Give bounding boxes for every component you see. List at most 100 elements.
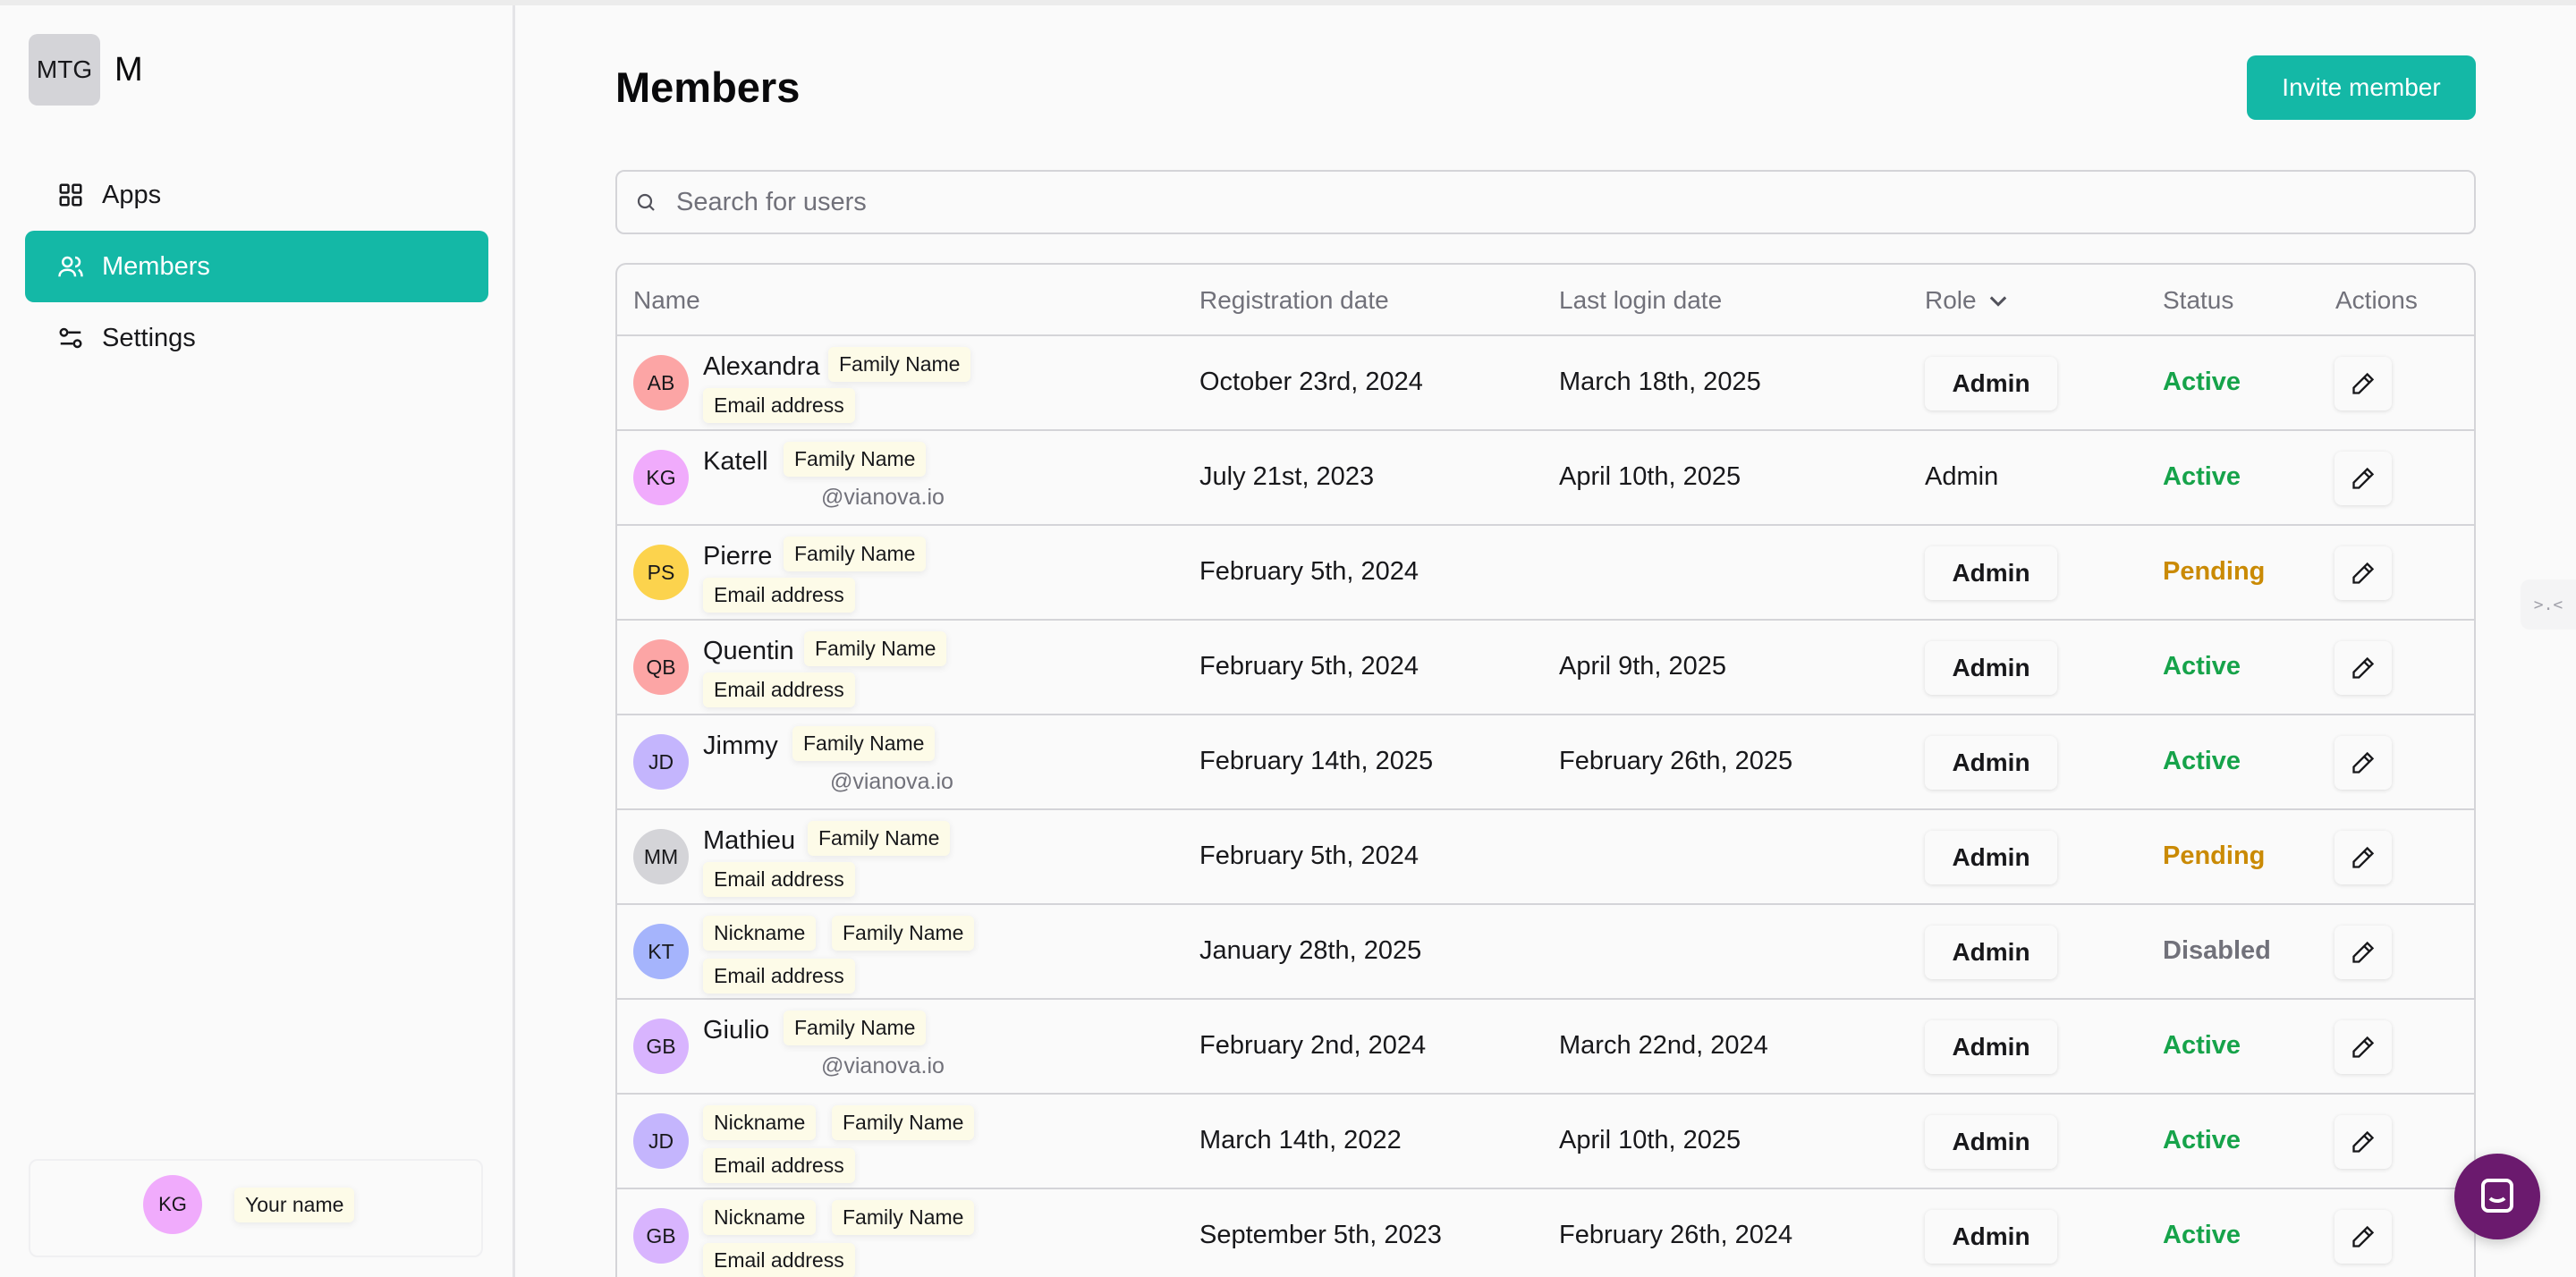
pencil-icon: [2352, 1225, 2375, 1247]
column-header-role[interactable]: Role: [1925, 286, 2011, 315]
role-select-button[interactable]: Admin: [1925, 357, 2057, 410]
table-row[interactable]: GB Giulio Family Name @vianova.io February 2…: [617, 1000, 2474, 1095]
status-badge: Active: [2163, 368, 2241, 396]
member-name-cell: Nickname Family Name Email address: [703, 905, 1240, 1000]
table-row[interactable]: KG Katell Family Name @vianova.io July 21st,…: [617, 431, 2474, 526]
status-badge: Active: [2163, 1126, 2241, 1154]
status-badge: Active: [2163, 1031, 2241, 1060]
role-select-button[interactable]: Admin: [1925, 926, 2057, 979]
table-row[interactable]: JD Jimmy Family Name @vianova.io February 14…: [617, 715, 2474, 810]
role-select-button[interactable]: Admin: [1925, 1210, 2057, 1264]
status-badge: Active: [2163, 652, 2241, 681]
member-name-cell: Mathieu Family Name Email address: [703, 810, 1240, 905]
table-row[interactable]: AB Alexandra Family Name Email address Octob…: [617, 336, 2474, 431]
grid-icon: [59, 183, 82, 207]
edit-member-button[interactable]: [2334, 546, 2392, 600]
email-chip: Email address: [703, 578, 855, 613]
registration-date: October 23rd, 2024: [1199, 368, 1423, 396]
edit-member-button[interactable]: [2334, 926, 2392, 979]
edit-member-button[interactable]: [2334, 831, 2392, 884]
avatar: MM: [633, 829, 689, 884]
column-header-status: Status: [2163, 286, 2234, 314]
family-name-chip: Family Name: [832, 1105, 975, 1140]
family-name-chip: Family Name: [784, 442, 927, 477]
registration-date: February 14th, 2025: [1199, 747, 1434, 775]
table-row[interactable]: JD Nickname Family Name Email address March …: [617, 1095, 2474, 1189]
role-text: Admin: [1925, 462, 1999, 491]
member-first-name: Alexandra: [703, 352, 820, 381]
sidebar-nav: Apps Members Settings: [25, 159, 488, 374]
status-badge: Pending: [2163, 557, 2266, 586]
edit-member-button[interactable]: [2334, 357, 2392, 410]
registration-date: September 5th, 2023: [1199, 1221, 1442, 1249]
last-login-date: March 18th, 2025: [1559, 368, 1761, 396]
role-select-button[interactable]: Admin: [1925, 641, 2057, 695]
table-header: Name Registration date Last login date R…: [617, 265, 2474, 336]
column-header-actions: Actions: [2335, 286, 2418, 314]
side-tab-glyph: >.<: [2533, 595, 2563, 614]
family-name-chip: Family Name: [832, 1200, 975, 1235]
registration-date: July 21st, 2023: [1199, 462, 1375, 491]
status-badge: Pending: [2163, 841, 2266, 870]
sidebar-item-apps[interactable]: Apps: [25, 159, 488, 231]
family-name-chip: Family Name: [828, 347, 971, 382]
column-header-name: Name: [633, 286, 700, 314]
status-badge: Active: [2163, 747, 2241, 775]
page-title: Members: [615, 63, 801, 111]
search-bar[interactable]: [615, 170, 2476, 234]
last-login-date: April 10th, 2025: [1559, 462, 1741, 491]
member-first-name: Pierre: [703, 542, 773, 571]
users-icon: [58, 256, 83, 277]
sidebar-item-label: Apps: [102, 180, 162, 209]
table-row[interactable]: MM Mathieu Family Name Email address Februar…: [617, 810, 2474, 905]
edit-member-button[interactable]: [2334, 1210, 2392, 1264]
role-select-button[interactable]: Admin: [1925, 736, 2057, 790]
role-select-button[interactable]: Admin: [1925, 1115, 2057, 1169]
table-row[interactable]: QB Quentin Family Name Email address Februar…: [617, 621, 2474, 715]
current-user-card[interactable]: KG Your name: [29, 1159, 483, 1257]
pencil-icon: [2352, 467, 2375, 489]
edit-member-button[interactable]: [2334, 1115, 2392, 1169]
chevron-down-icon: [1989, 296, 2006, 307]
avatar: PS: [633, 545, 689, 600]
table-row[interactable]: GB Nickname Family Name Email address Septem…: [617, 1189, 2474, 1277]
member-name-cell: Quentin Family Name Email address: [703, 621, 1240, 715]
pencil-icon: [2352, 941, 2375, 963]
sidebar-item-members[interactable]: Members: [25, 231, 488, 302]
side-panel-toggle[interactable]: >.<: [2521, 579, 2576, 630]
workspace-switcher[interactable]: MTG M: [29, 34, 143, 106]
member-first-name: Jimmy: [703, 732, 778, 760]
email-chip: Email address: [703, 1243, 855, 1277]
pencil-icon: [2352, 846, 2375, 868]
member-name-cell: Nickname Family Name Email address: [703, 1095, 1240, 1189]
avatar: QB: [633, 639, 689, 695]
sliders-icon: [59, 327, 82, 349]
workspace-badge: MTG: [29, 34, 100, 106]
family-name-chip: Family Name: [792, 726, 936, 761]
role-select-button[interactable]: Admin: [1925, 831, 2057, 884]
role-select-button[interactable]: Admin: [1925, 1020, 2057, 1074]
edit-member-button[interactable]: [2334, 1020, 2392, 1074]
email-chip: Email address: [703, 1148, 855, 1183]
avatar: JD: [633, 1113, 689, 1169]
status-badge: Active: [2163, 1221, 2241, 1249]
email-chip: Email address: [703, 388, 855, 423]
chat-launcher-button[interactable]: [2454, 1154, 2540, 1239]
invite-member-button[interactable]: Invite member: [2247, 55, 2476, 120]
family-name-chip: Family Name: [804, 631, 947, 666]
sidebar-item-label: Members: [102, 251, 210, 281]
edit-member-button[interactable]: [2334, 641, 2392, 695]
role-select-button[interactable]: Admin: [1925, 546, 2057, 600]
avatar: GB: [633, 1019, 689, 1074]
search-input[interactable]: [676, 187, 2376, 217]
avatar: KT: [633, 924, 689, 979]
member-name-cell: Jimmy Family Name @vianova.io: [703, 715, 1240, 810]
email-domain: @vianova.io: [821, 1053, 945, 1078]
edit-member-button[interactable]: [2334, 736, 2392, 790]
edit-member-button[interactable]: [2334, 452, 2392, 505]
table-row[interactable]: PS Pierre Family Name Email address February…: [617, 526, 2474, 621]
table-row[interactable]: KT Nickname Family Name Email address Januar…: [617, 905, 2474, 1000]
pencil-icon: [2352, 1036, 2375, 1058]
last-login-date: April 9th, 2025: [1559, 652, 1727, 681]
sidebar-item-settings[interactable]: Settings: [25, 302, 488, 374]
